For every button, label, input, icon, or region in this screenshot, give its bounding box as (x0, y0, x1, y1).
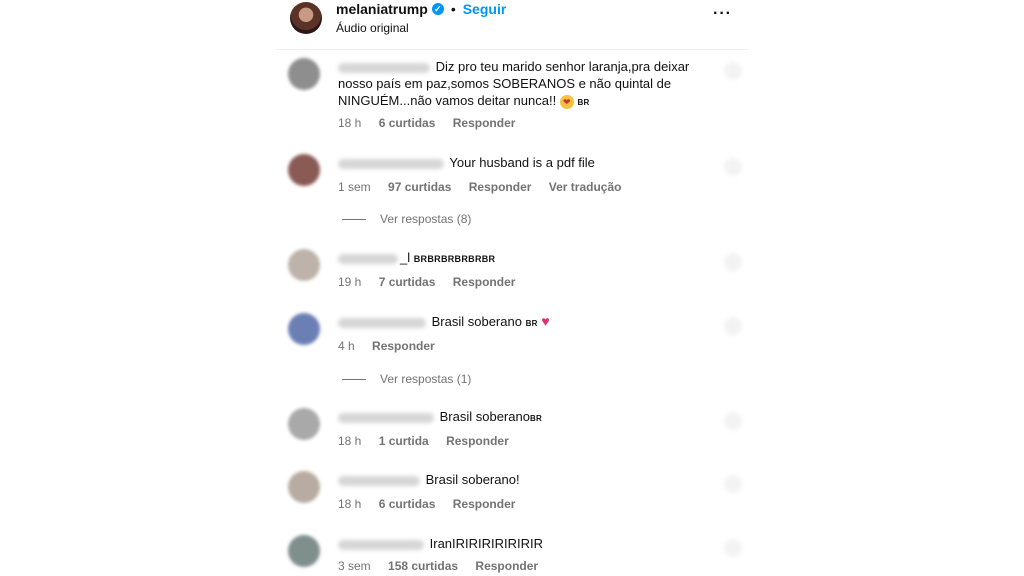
heart-like-icon[interactable] (724, 62, 742, 80)
comment-time[interactable]: 18 h (338, 116, 361, 130)
comment-meta: 19 h 7 curtidas Responder (338, 275, 529, 289)
commenter-username[interactable] (338, 539, 424, 550)
comment-body: Brasil soberano BR ♥ (338, 313, 718, 332)
comment-body: IranIRIRIRIRIRIRIR (338, 535, 718, 552)
post-header: melaniatrump ✓ • Seguir Áudio original ·… (276, 0, 748, 50)
view-replies-label: Ver respostas (8) (380, 212, 472, 226)
reply-button[interactable]: Responder (446, 434, 509, 448)
audio-label[interactable]: Áudio original (336, 21, 409, 35)
comment-text: BRBRBRBRBRBR (413, 254, 496, 264)
comment-time[interactable]: 19 h (338, 275, 361, 289)
comment-text: IranIRIRIRIRIRIRIR (429, 536, 544, 551)
replies-line (342, 378, 366, 380)
reply-button[interactable]: Responder (453, 116, 516, 130)
likes-count[interactable]: 97 curtidas (388, 180, 451, 194)
comment-body: _l BRBRBRBRBRBR (338, 249, 718, 268)
heart-like-icon[interactable] (724, 253, 742, 271)
flag-br-icon: BR (525, 319, 538, 328)
verified-badge-icon: ✓ (431, 3, 444, 15)
view-replies-button[interactable]: Ver respostas (1) (342, 372, 471, 386)
reply-button[interactable]: Responder (453, 497, 516, 511)
commenter-avatar[interactable] (288, 535, 320, 567)
kiss-emoji-icon: ❤ (559, 94, 574, 109)
commenter-username[interactable] (338, 62, 430, 73)
commenter-avatar[interactable] (288, 58, 320, 90)
reply-button[interactable]: Responder (469, 180, 532, 194)
likes-count[interactable]: 158 curtidas (388, 559, 458, 573)
likes-count[interactable]: 1 curtida (379, 434, 429, 448)
flag-br-icon: BR (529, 414, 543, 423)
commenter-username[interactable] (338, 253, 398, 264)
heart-like-icon[interactable] (724, 158, 742, 176)
comment-time[interactable]: 4 h (338, 339, 355, 353)
commenter-username[interactable] (338, 412, 434, 423)
comment-text: Your husband is a pdf file (449, 155, 595, 170)
comment-text: Brasil soberano! (425, 472, 520, 487)
likes-count[interactable]: 6 curtidas (379, 116, 436, 130)
author-avatar[interactable] (290, 2, 322, 34)
comment-body: Diz pro teu marido senhor laranja,pra de… (338, 58, 718, 111)
comment-body: Your husband is a pdf file (338, 154, 718, 171)
heart-like-icon[interactable] (724, 412, 742, 430)
translate-button[interactable]: Ver tradução (549, 180, 622, 194)
comment-meta: 18 h 6 curtidas Responder (338, 497, 529, 511)
author-row: melaniatrump ✓ • Seguir (336, 1, 506, 17)
reply-button[interactable]: Responder (453, 275, 516, 289)
heart-emoji-icon: ♥ (541, 313, 550, 329)
reply-button[interactable]: Responder (372, 339, 435, 353)
comment-body: Brasil soberanoBR (338, 408, 718, 427)
view-replies-label: Ver respostas (1) (380, 372, 472, 386)
comment-meta: 18 h 6 curtidas Responder (338, 116, 529, 130)
comment-time[interactable]: 18 h (338, 497, 361, 511)
commenter-avatar[interactable] (288, 313, 320, 345)
commenter-avatar[interactable] (288, 154, 320, 186)
comment-text: Brasil soberano (431, 314, 522, 329)
separator-dot: • (450, 1, 456, 17)
heart-like-icon[interactable] (724, 539, 742, 557)
comment-meta: 18 h 1 curtida Responder (338, 434, 523, 448)
comment-meta: 1 sem 97 curtidas Responder Ver tradução (338, 180, 635, 194)
comment-meta: 3 sem 158 curtidas Responder (338, 559, 552, 573)
commenter-username[interactable] (338, 158, 444, 169)
view-replies-button[interactable]: Ver respostas (8) (342, 212, 471, 226)
commenter-username[interactable] (338, 317, 426, 328)
likes-count[interactable]: 6 curtidas (379, 497, 436, 511)
follow-button[interactable]: Seguir (463, 1, 507, 17)
heart-like-icon[interactable] (724, 475, 742, 493)
commenter-avatar[interactable] (288, 249, 320, 281)
author-username[interactable]: melaniatrump (336, 1, 428, 17)
comment-time[interactable]: 1 sem (338, 180, 371, 194)
reply-button[interactable]: Responder (475, 559, 538, 573)
comment-body: Brasil soberano! (338, 471, 718, 488)
heart-like-icon[interactable] (724, 317, 742, 335)
more-options-icon[interactable]: ··· (713, 6, 732, 22)
comment-time[interactable]: 3 sem (338, 559, 371, 573)
commenter-username[interactable] (338, 475, 420, 486)
comment-text: Brasil soberano (439, 409, 530, 424)
likes-count[interactable]: 7 curtidas (379, 275, 436, 289)
commenter-username-fragment: _l (400, 250, 411, 265)
commenter-avatar[interactable] (288, 471, 320, 503)
flag-br-icon: BR (577, 98, 590, 107)
comment-time[interactable]: 18 h (338, 434, 361, 448)
comment-meta: 4 h Responder (338, 339, 449, 353)
commenter-avatar[interactable] (288, 408, 320, 440)
replies-line (342, 218, 366, 220)
comments-panel: melaniatrump ✓ • Seguir Áudio original ·… (276, 0, 748, 576)
